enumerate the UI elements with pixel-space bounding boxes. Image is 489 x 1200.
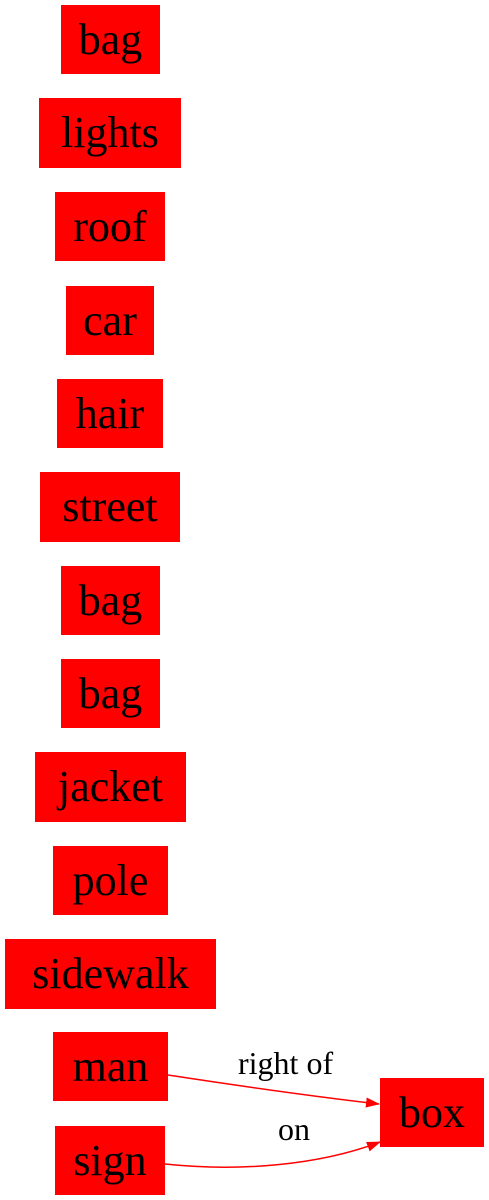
node-jacket: jacket [35, 752, 186, 822]
scene-graph: bag lights roof car hair street bag bag … [0, 0, 489, 1200]
node-sidewalk: sidewalk [5, 939, 216, 1009]
node-street: street [40, 472, 180, 542]
node-bag: bag [61, 659, 160, 728]
edge-label-right-of: right of [238, 1045, 334, 1081]
node-box: box [380, 1078, 484, 1147]
node-bag: bag [61, 5, 160, 74]
edge-sign-box [164, 1141, 381, 1168]
node-roof: roof [55, 192, 165, 261]
node-car: car [66, 286, 154, 355]
node-sign: sign [55, 1126, 165, 1195]
node-hair: hair [57, 379, 163, 448]
edge-label-on: on [278, 1111, 310, 1147]
node-lights: lights [39, 98, 181, 168]
node-bag: bag [61, 566, 160, 635]
node-pole: pole [53, 846, 168, 915]
node-man: man [53, 1032, 168, 1101]
